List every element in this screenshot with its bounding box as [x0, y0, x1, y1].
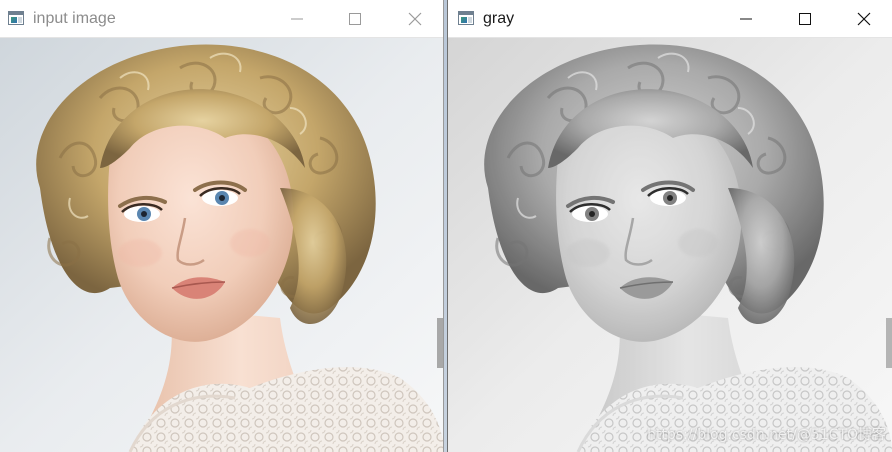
app-window-icon — [458, 11, 474, 25]
input-image-window: input image — [0, 0, 444, 452]
input-image-titlebar[interactable]: input image — [0, 0, 443, 38]
maximize-icon — [349, 13, 361, 25]
input-image-client-area — [0, 38, 443, 452]
minimize-icon — [740, 18, 752, 20]
gray-client-area: https://blog.csdn.net/@51CTO博客 — [448, 38, 892, 452]
close-button[interactable] — [841, 0, 887, 38]
gray-window: gray https://blog.csdn.net/@51CTO博客 — [447, 0, 892, 452]
close-icon — [857, 12, 871, 26]
gray-titlebar[interactable]: gray — [448, 0, 892, 38]
close-button[interactable] — [392, 0, 438, 38]
window-title: input image — [33, 10, 116, 27]
watermark-text: https://blog.csdn.net/@51CTO博客 — [647, 427, 886, 443]
scrollbar-thumb[interactable] — [437, 318, 443, 368]
scrollbar-thumb[interactable] — [886, 318, 892, 368]
maximize-icon — [799, 13, 811, 25]
grayscale-portrait-image — [448, 38, 892, 452]
close-icon — [408, 12, 422, 26]
maximize-button[interactable] — [782, 0, 828, 38]
minimize-icon — [291, 18, 303, 20]
maximize-button[interactable] — [332, 0, 378, 38]
minimize-button[interactable] — [723, 0, 769, 38]
app-window-icon — [8, 11, 24, 25]
color-portrait-image — [0, 38, 443, 452]
minimize-button[interactable] — [274, 0, 320, 38]
window-title: gray — [483, 10, 515, 27]
